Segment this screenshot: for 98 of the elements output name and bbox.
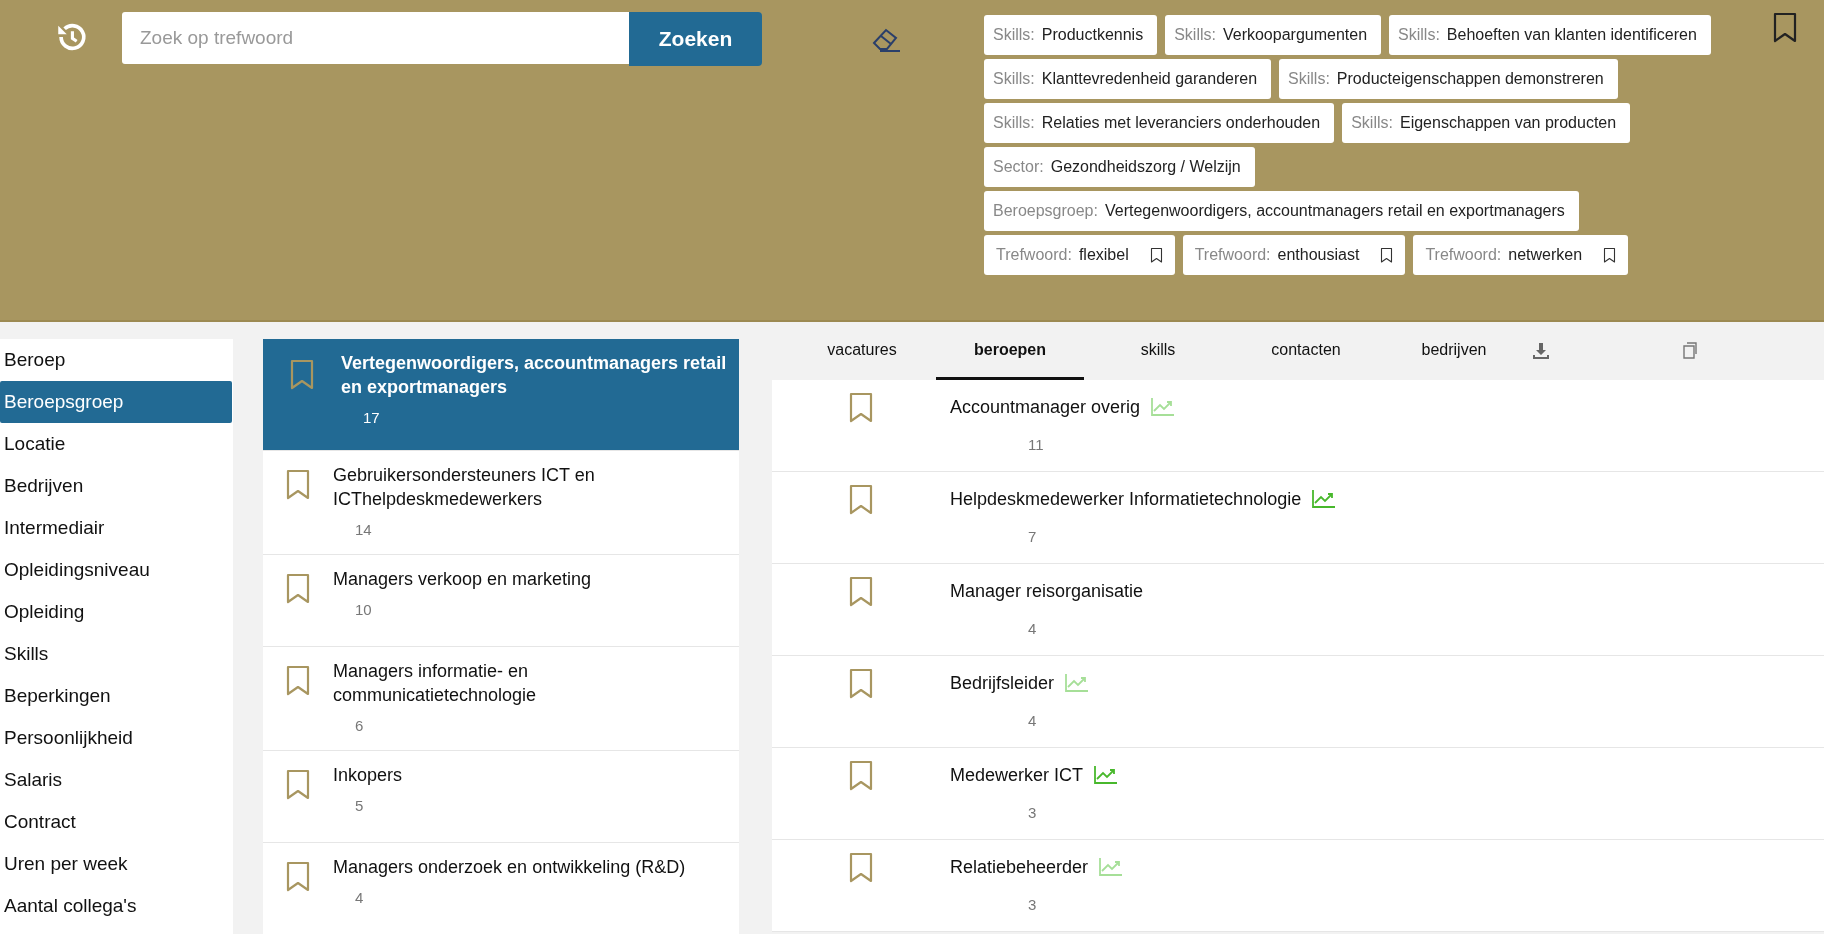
group-row[interactable]: Gebruikersondersteuners ICT en ICThelpdeskmedewerkers 14	[263, 451, 739, 555]
tab[interactable]: vacatures	[788, 322, 936, 380]
group-row[interactable]: Managers onderzoek en ontwikkeling (R&D) 4	[263, 843, 739, 934]
filter-value: Gezondheidszorg / Welzijn	[1050, 158, 1241, 176]
group-title: Managers verkoop en marketing	[333, 568, 592, 591]
group-title: Inkopers	[333, 764, 403, 787]
filter-chip[interactable]: Trefwoord: flexibel	[984, 235, 1175, 275]
sidebar-item[interactable]: Intermediair	[0, 507, 232, 549]
bookmark-icon[interactable]	[1149, 246, 1163, 264]
sidebar-item[interactable]: Persoonlijkheid	[0, 717, 232, 759]
filter-value: Eigenschappen van producten	[1399, 114, 1617, 132]
filter-value: Verkoopargumenten	[1222, 26, 1368, 44]
bookmark-icon[interactable]	[1380, 246, 1394, 264]
filter-value: enthousiast	[1277, 246, 1360, 264]
occupation-count: 7	[1028, 528, 1038, 545]
filter-chip[interactable]: Skills: Klanttevredenheid garanderen	[984, 59, 1272, 99]
filter-chip[interactable]: Skills: Verkoopargumenten	[1165, 15, 1382, 55]
tab[interactable]: bedrijven	[1380, 322, 1528, 380]
occupation-count: 4	[1028, 712, 1038, 729]
copy-icon[interactable]	[1680, 342, 1698, 360]
occupation-title: Accountmanager overig	[950, 396, 1141, 419]
group-title: Managers onderzoek en ontwikkeling (R&D)	[333, 856, 686, 879]
sidebar-item[interactable]: Skills	[0, 633, 232, 675]
sidebar-item[interactable]: Opleiding	[0, 591, 232, 633]
sidebar-item[interactable]: Salaris	[0, 759, 232, 801]
bookmark-icon[interactable]	[1603, 246, 1617, 264]
sidebar-item[interactable]: Beroepsgroep	[0, 381, 232, 423]
download-icon[interactable]	[1532, 342, 1550, 360]
occupation-title: Manager reisorganisatie	[950, 580, 1144, 603]
filter-value: Vertegenwoordigers, accountmanagers retail en exportmanagers	[1104, 202, 1565, 220]
filter-label: Skills:	[993, 26, 1035, 44]
filter-label: Skills:	[993, 70, 1035, 88]
filter-chip[interactable]: Trefwoord: enthousiast	[1182, 235, 1406, 275]
filter-label: Trefwoord:	[1194, 246, 1271, 264]
sidebar-item[interactable]: Aantal collega's	[0, 885, 232, 927]
sidebar-item[interactable]: Contract	[0, 801, 232, 843]
occupation-row[interactable]: Accountmanager overig 11	[772, 380, 1824, 472]
filter-chip[interactable]: Skills: Relaties met leveranciers onderhouden	[984, 103, 1335, 143]
filter-label: Trefwoord:	[1425, 246, 1502, 264]
filter-value: Klanttevredenheid garanderen	[1041, 70, 1258, 88]
filter-value: Behoeften van klanten identificeren	[1446, 26, 1697, 44]
filter-chip[interactable]: Beroepsgroep: Vertegenwoordigers, accountmanagers retail en exportmanagers	[984, 191, 1579, 231]
bookmark-icon[interactable]	[1772, 12, 1798, 44]
search-field[interactable]: Zoek op trefwoord	[122, 12, 629, 64]
group-count: 4	[355, 889, 365, 906]
filter-value: netwerken	[1508, 246, 1583, 264]
filter-chip[interactable]: Skills: Eigenschappen van producten	[1342, 103, 1631, 143]
tab[interactable]: contacten	[1232, 322, 1380, 380]
group-row[interactable]: Inkopers 5	[263, 751, 739, 843]
group-count: 14	[355, 521, 373, 538]
filter-label: Beroepsgroep:	[993, 202, 1098, 220]
group-title: Managers informatie- en communicatietechnologie	[333, 660, 538, 707]
filter-chip[interactable]: Skills: Behoeften van klanten identificeren	[1389, 15, 1711, 55]
occupation-row[interactable]: Manager reisorganisatie 4	[772, 564, 1824, 656]
group-row[interactable]: Managers informatie- en communicatietechnologie 6	[263, 647, 739, 751]
sidebar-item[interactable]: Beroep	[0, 339, 232, 381]
group-title: Gebruikersondersteuners ICT en ICThelpdeskmedewerkers	[333, 464, 596, 511]
occupation-row[interactable]: Bedrijfsleider 4	[772, 656, 1824, 748]
filter-chip[interactable]: Trefwoord: netwerken	[1413, 235, 1629, 275]
sidebar-item[interactable]: Opleidingsniveau	[0, 549, 232, 591]
sidebar-item[interactable]: Bedrijven	[0, 465, 232, 507]
filter-label: Skills:	[1174, 26, 1216, 44]
filter-chip[interactable]: Sector: Gezondheidszorg / Welzijn	[984, 147, 1255, 187]
group-count: 6	[355, 717, 365, 734]
search-button[interactable]: Zoeken	[629, 12, 762, 66]
sidebar-item[interactable]: Locatie	[0, 423, 232, 465]
filter-chip[interactable]: Skills: Producteigenschappen demonstreren	[1279, 59, 1618, 99]
group-row[interactable]: Vertegenwoordigers, accountmanagers retail en exportmanagers 17	[263, 339, 739, 451]
group-row[interactable]: Managers verkoop en marketing 10	[263, 555, 739, 647]
occupation-row[interactable]: Medewerker ICT 3	[772, 748, 1824, 840]
sidebar-item[interactable]: Uren per week	[0, 843, 232, 885]
filter-label: Skills:	[1288, 70, 1330, 88]
group-count: 10	[355, 601, 373, 618]
filter-value: Producteigenschappen demonstreren	[1336, 70, 1604, 88]
filter-chip[interactable]: Skills: Productkennis	[984, 15, 1158, 55]
group-title: Vertegenwoordigers, accountmanagers retail en exportmanagers	[341, 352, 727, 399]
filter-label: Skills:	[993, 114, 1035, 132]
group-count: 17	[363, 409, 381, 426]
occupation-count: 3	[1028, 804, 1038, 821]
filter-label: Skills:	[1398, 26, 1440, 44]
filter-value: Relaties met leveranciers onderhouden	[1041, 114, 1321, 132]
occupation-count: 4	[1028, 620, 1038, 637]
sidebar-item[interactable]: Beperkingen	[0, 675, 232, 717]
occupation-title: Helpdeskmedewerker Informatietechnologie	[950, 488, 1302, 511]
filter-label: Sector:	[993, 158, 1044, 176]
occupation-count: 11	[1028, 436, 1045, 453]
group-count: 5	[355, 797, 365, 814]
occupation-row[interactable]: Helpdeskmedewerker Informatietechnologie 7	[772, 472, 1824, 564]
filter-value: Productkennis	[1041, 26, 1144, 44]
occupation-count: 3	[1028, 896, 1038, 913]
occupation-title: Medewerker ICT	[950, 764, 1084, 787]
tab[interactable]: skills	[1084, 322, 1232, 380]
filter-value: flexibel	[1078, 246, 1129, 264]
filter-label: Skills:	[1351, 114, 1393, 132]
occupation-title: Bedrijfsleider	[950, 672, 1055, 695]
occupation-row[interactable]: Relatiebeheerder 3	[772, 840, 1824, 932]
filter-label: Trefwoord:	[996, 246, 1072, 264]
occupation-title: Relatiebeheerder	[950, 856, 1089, 879]
